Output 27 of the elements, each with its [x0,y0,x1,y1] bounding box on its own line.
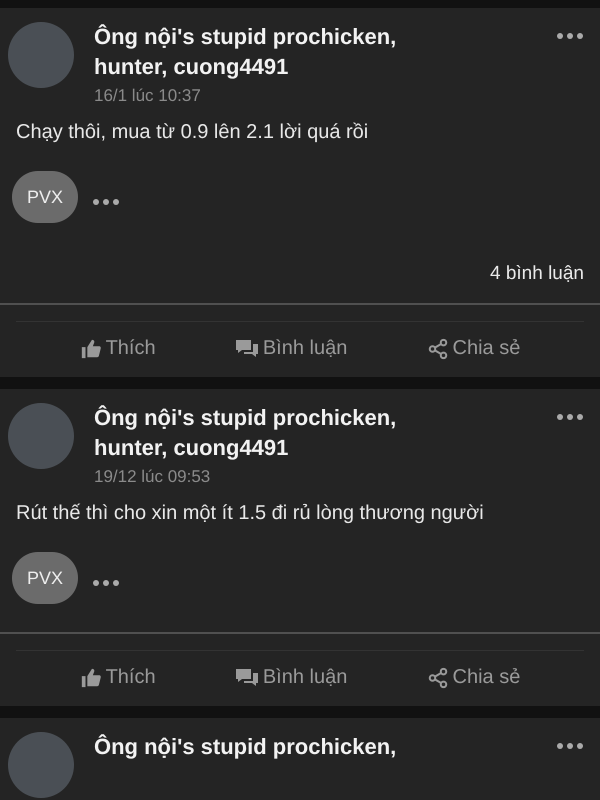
share-button[interactable]: Chia sẻ [420,336,526,361]
more-icon[interactable] [92,198,120,206]
more-icon[interactable] [556,413,584,421]
speech-bubbles-icon [234,338,259,360]
thumbs-up-icon [80,338,102,360]
more-icon[interactable] [556,32,584,40]
speech-bubbles-icon [234,666,259,688]
comment-count[interactable]: 4 bình luận [0,223,600,285]
author-name[interactable]: Ông nội's stupid prochicken, hunter, cuong4491 [94,22,434,82]
like-button[interactable]: Thích [74,665,162,690]
post-time: 16/1 lúc 10:37 [94,86,202,106]
author-name[interactable]: Ông nội's stupid prochicken, hunter, cuong4491 [94,403,434,463]
thumbs-up-icon [80,666,102,688]
comment-button[interactable]: Bình luận [228,336,354,361]
tag-chip[interactable]: PVX [12,552,78,604]
post-text: Rút thế thì cho xin một ít 1.5 đi rủ lòng thương người [15,501,485,526]
more-icon[interactable] [92,579,120,587]
share-icon [426,338,449,360]
author-name[interactable]: Ông nội's stupid prochicken, [94,732,434,762]
like-button[interactable]: Thích [74,336,162,361]
comment-button[interactable]: Bình luận [228,665,354,690]
tag-chip[interactable]: PVX [12,171,78,223]
post-time: 19/12 lúc 09:53 [94,467,212,487]
more-icon[interactable] [556,742,584,750]
post-text: Chạy thôi, mua từ 0.9 lên 2.1 lời quá rồi [15,120,370,145]
share-icon [426,666,449,688]
share-button[interactable]: Chia sẻ [420,665,526,690]
